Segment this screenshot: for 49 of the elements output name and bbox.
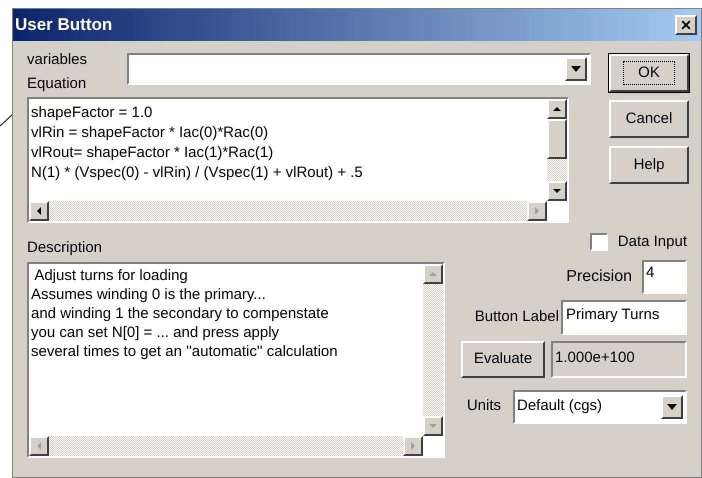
- button-label-label: Button Label: [474, 306, 559, 327]
- scroll-left-button[interactable]: [29, 436, 49, 456]
- description-editor[interactable]: Adjust turns for loading Assumes winding 0 is the primary... and winding 1 the secondary to compenstate you can set N[0] = ... and press apply several times to get an ''automatic'' calculation: [27, 262, 445, 458]
- scroll-up-button[interactable]: [423, 264, 443, 284]
- equation-line: vlRin = shapeFactor * Iac(0)*Rac(0): [31, 123, 270, 143]
- description-label: Description: [27, 238, 104, 258]
- caret-icon: [667, 404, 677, 410]
- dialog-button[interactable]: Cancel: [609, 100, 689, 138]
- scroll-right-button[interactable]: [403, 436, 423, 456]
- dialog-button[interactable]: Help: [609, 146, 689, 184]
- equation-label: Equation: [27, 75, 88, 93]
- scroll-left-button[interactable]: [29, 201, 49, 221]
- precision-field[interactable]: 4: [642, 260, 687, 294]
- description-line: Assumes winding 0 is the primary...: [31, 284, 267, 304]
- dropdown-button[interactable]: [661, 394, 683, 418]
- scroll-down-button[interactable]: [547, 181, 567, 201]
- description-line: several times to get an ''automatic'' calculation: [31, 342, 339, 360]
- scroll-right-button[interactable]: [527, 201, 547, 221]
- equation-line: shapeFactor = 1.0: [31, 103, 154, 123]
- equation-line: vlRout= shapeFactor * Iac(1)*Rac(1): [31, 143, 274, 163]
- window-title: User Button: [15, 14, 112, 36]
- data-input-checkbox[interactable]: [590, 233, 608, 252]
- scroll-down-button[interactable]: [423, 416, 443, 436]
- scroll-up-button[interactable]: [547, 99, 567, 119]
- variables-label: variables: [27, 51, 88, 69]
- triangle-right-icon: [408, 440, 418, 450]
- triangle-up-icon: [552, 104, 562, 114]
- button-label-field[interactable]: Primary Turns: [561, 300, 687, 334]
- triangle-right-icon: [532, 206, 542, 216]
- leader-line: [0, 113, 13, 127]
- description-line: you can set N[0] = ... and press apply: [31, 322, 280, 342]
- evaluate-button[interactable]: Evaluate: [461, 340, 545, 378]
- units-dropdown[interactable]: Default (cgs): [513, 390, 687, 424]
- scroll-thumb[interactable]: [547, 119, 567, 159]
- dialog-button[interactable]: OK: [609, 54, 689, 92]
- caret-icon: [571, 66, 581, 72]
- units-label: Units: [466, 396, 501, 416]
- units-value: Default (cgs): [517, 396, 602, 416]
- description-line: and winding 1 the secondary to compenstate: [31, 304, 330, 322]
- dropdown-button[interactable]: [565, 57, 587, 81]
- variables-dropdown[interactable]: [127, 53, 591, 85]
- data-input-label: Data Input: [618, 232, 687, 252]
- description-line: Adjust turns for loading: [33, 266, 189, 284]
- equation-line: N(1) * (Vspec(0) - vlRin) / (Vspec(1) + vlRout) + .5: [31, 163, 364, 183]
- result-readout: 1.000e+100: [551, 340, 687, 378]
- close-button[interactable]: ×: [675, 15, 697, 35]
- equation-editor[interactable]: shapeFactor = 1.0 vlRin = shapeFactor * Iac(0)*Rac(0) vlRout= shapeFactor * Iac(1)*Rac(1) N(1) * (Vspec(0) - vlRin) / (Vspec(1) + vlRout) + .5: [27, 97, 569, 223]
- triangle-down-icon: [552, 186, 562, 196]
- precision-label: Precision: [566, 266, 632, 286]
